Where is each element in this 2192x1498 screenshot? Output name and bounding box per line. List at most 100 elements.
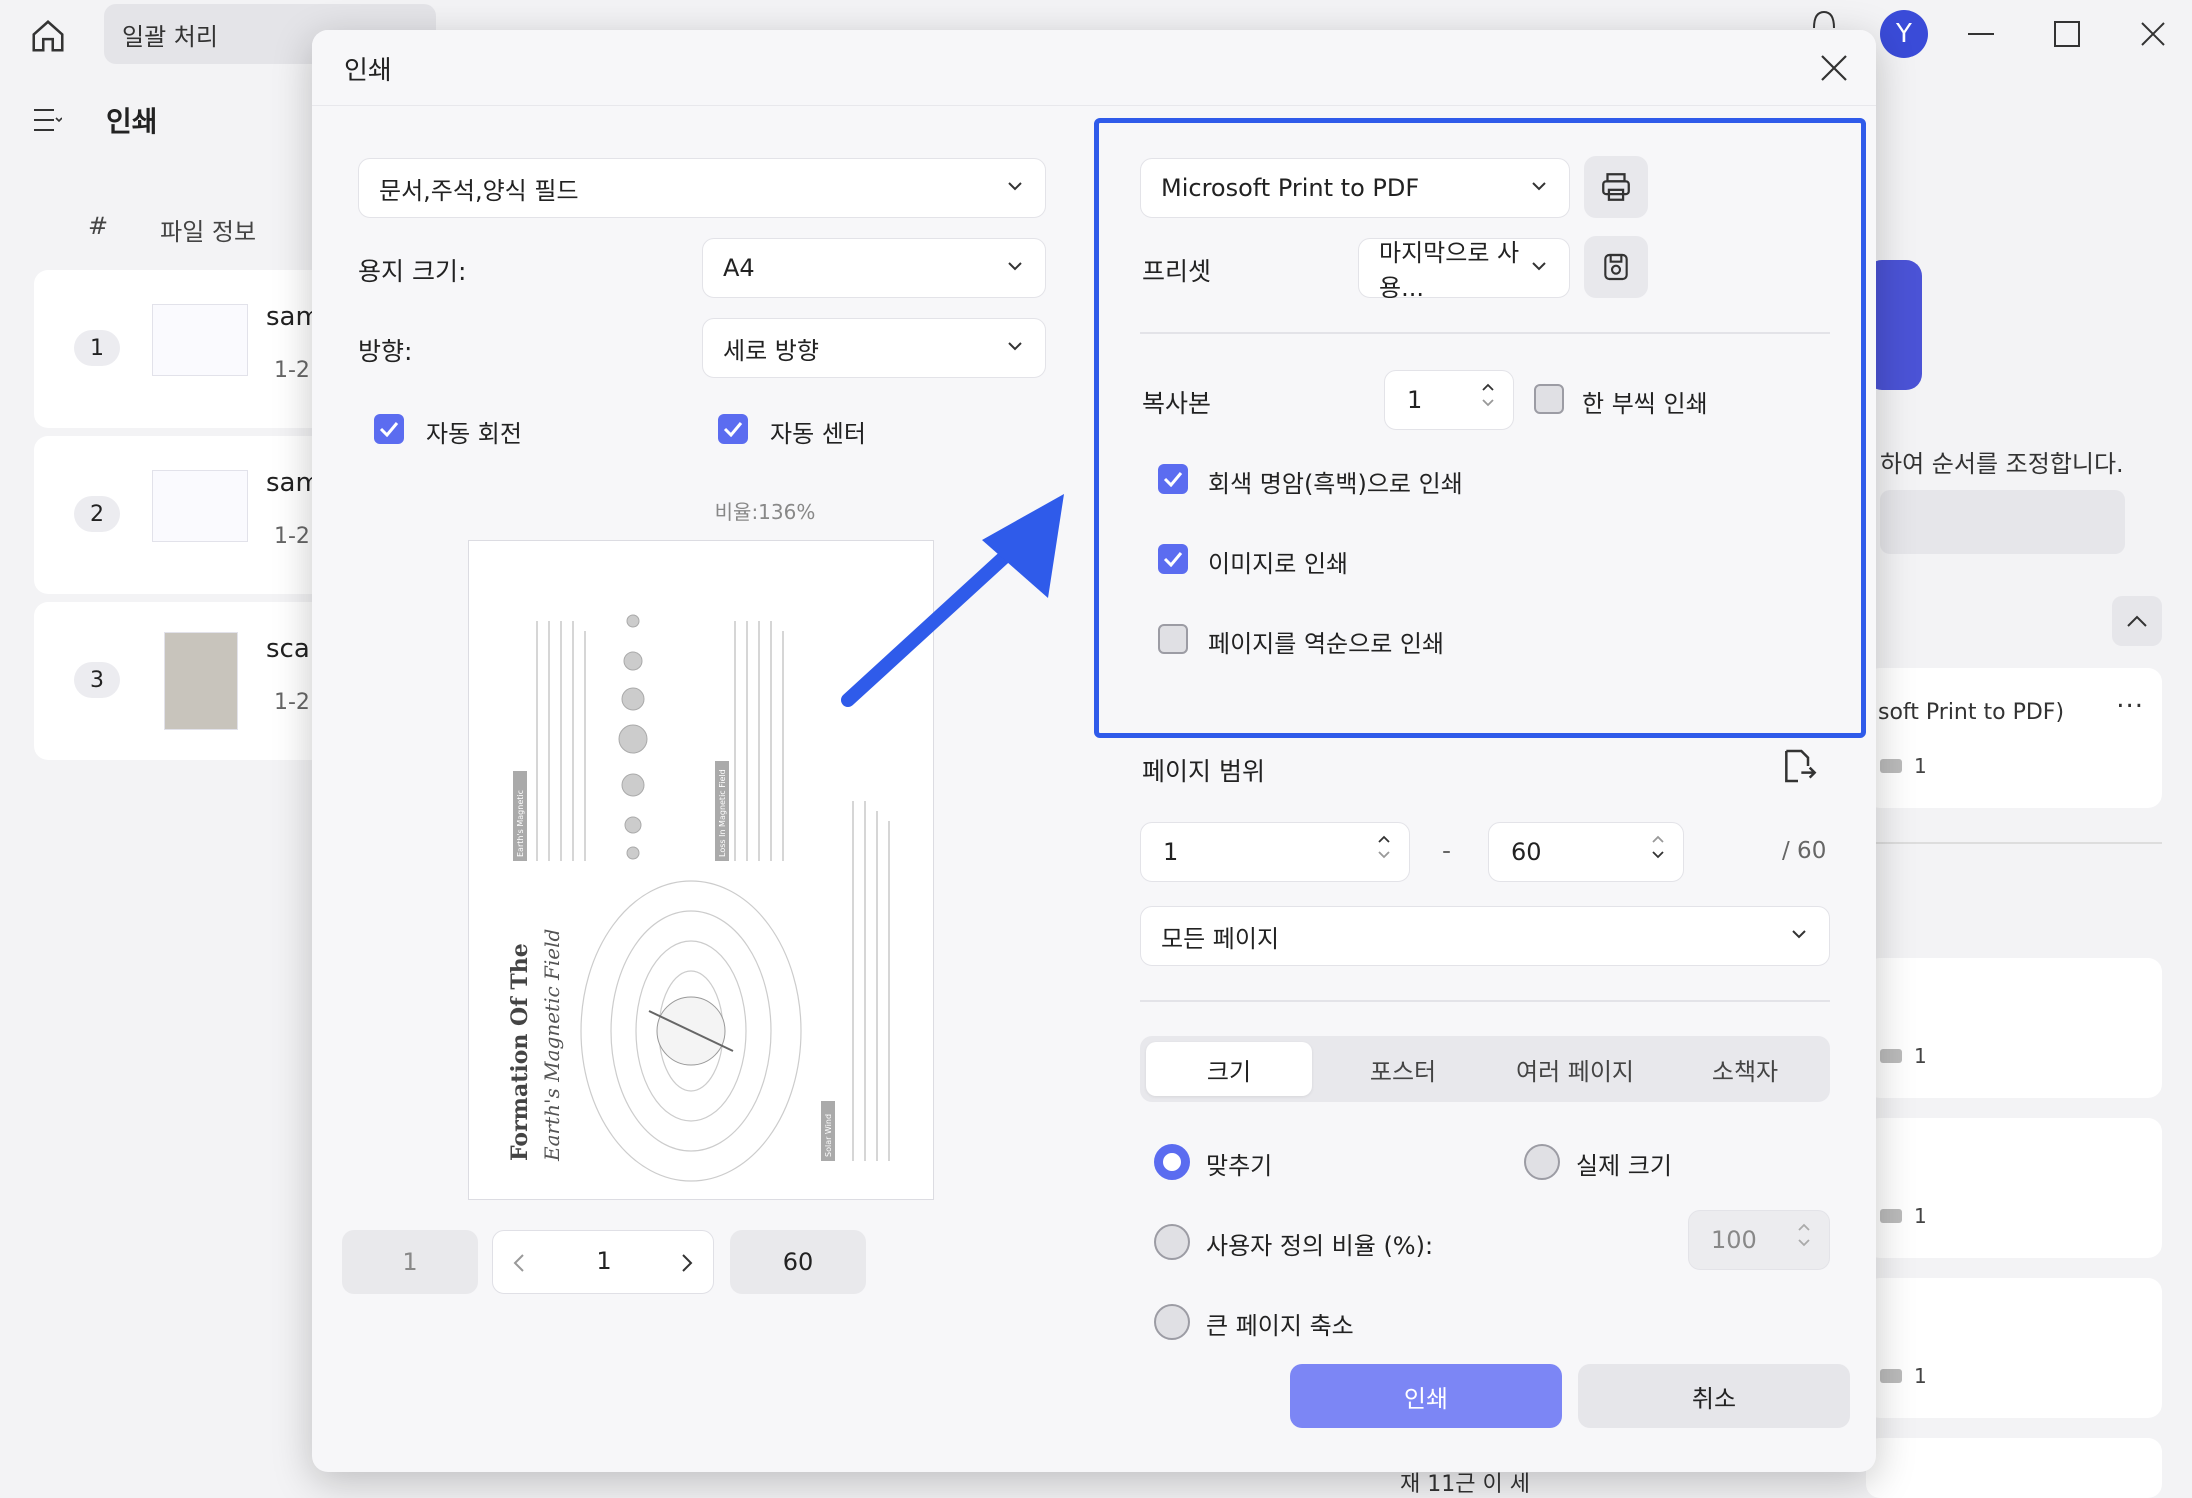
auto-rotate-checkbox[interactable] <box>374 414 404 444</box>
tab-booklet[interactable]: 소책자 <box>1662 1042 1828 1096</box>
auto-center-checkbox[interactable] <box>718 414 748 444</box>
range-to-value: 60 <box>1511 838 1542 866</box>
file-card[interactable]: 1 sam 1-2 <box>34 270 334 428</box>
chevron-down-icon[interactable] <box>1651 850 1665 859</box>
page-swap-icon[interactable] <box>1778 746 1818 786</box>
preview-tag-bottom: Solar Wind <box>824 1114 833 1157</box>
chevron-down-icon <box>1008 182 1022 191</box>
fit-radio[interactable] <box>1154 1144 1190 1180</box>
file-card[interactable]: 2 sam 1-2 <box>34 436 334 594</box>
file-number: 1 <box>74 330 120 366</box>
orientation-value: 세로 방향 <box>723 336 819 365</box>
print-task-card[interactable]: 1 <box>1866 1278 2162 1418</box>
notification-icon[interactable] <box>1808 8 1840 28</box>
range-from-input[interactable]: 1 <box>1140 822 1410 882</box>
print-button-label: 인쇄 <box>1403 1384 1449 1413</box>
range-mode-select[interactable]: 모든 페이지 <box>1140 906 1830 966</box>
print-task-card[interactable]: soft Print to PDF) ... 1 <box>1866 668 2162 808</box>
chevron-down-icon <box>1008 342 1022 351</box>
custom-scale-label: 사용자 정의 비율 (%): <box>1206 1232 1434 1260</box>
dialog-title: 인쇄 <box>344 56 392 86</box>
content-select[interactable]: 문서,주석,양식 필드 <box>358 158 1046 218</box>
print-button[interactable]: 인쇄 <box>1290 1364 1562 1428</box>
custom-scale-input[interactable]: 100 <box>1688 1210 1830 1270</box>
home-icon <box>32 20 64 52</box>
task-count: 1 <box>1914 1364 1927 1388</box>
cancel-button[interactable]: 취소 <box>1578 1364 1850 1428</box>
custom-scale-radio[interactable] <box>1154 1224 1190 1260</box>
highlight-box <box>1094 118 1866 738</box>
dialog-close-button[interactable] <box>1812 46 1856 90</box>
paper-size-value: A4 <box>723 254 755 282</box>
page-navigator: 1 <box>492 1230 714 1294</box>
preview-title: Formation Of The <box>507 943 533 1161</box>
close-icon <box>1821 55 1847 81</box>
shrink-label: 큰 페이지 축소 <box>1206 1312 1354 1340</box>
panel-title: 인쇄 <box>106 105 158 138</box>
first-page-button[interactable]: 1 <box>342 1230 478 1294</box>
file-range: 1-2 <box>274 690 310 715</box>
chevron-right-icon[interactable] <box>681 1253 693 1273</box>
last-page-label: 60 <box>782 1248 814 1276</box>
chevron-up-icon <box>2127 615 2147 627</box>
actual-size-label: 실제 크기 <box>1576 1152 1672 1180</box>
print-dialog: 인쇄 문서,주석,양식 필드 용지 크기: A4 방향: 세로 방향 자동 회전… <box>312 30 1876 1472</box>
divider <box>1866 842 2162 844</box>
check-icon <box>723 422 743 437</box>
chevron-down-icon[interactable] <box>1377 850 1391 859</box>
preview-tag-left: Earth's Magnetic <box>516 790 525 857</box>
annotation-arrow-icon <box>841 494 1064 707</box>
file-range: 1-2 <box>274 524 310 549</box>
col-file-info: 파일 정보 <box>160 218 257 246</box>
auto-rotate-label: 자동 회전 <box>426 420 522 448</box>
chevron-up-icon[interactable] <box>1797 1223 1811 1232</box>
minimize-icon[interactable] <box>1966 19 1996 49</box>
range-total: / 60 <box>1782 838 1827 864</box>
printer-icon <box>1880 1049 1902 1063</box>
check-icon <box>379 422 399 437</box>
page-range-label: 페이지 범위 <box>1142 757 1265 786</box>
layout-tabs: 크기 포스터 여러 페이지 소책자 <box>1140 1036 1830 1102</box>
menu-icon[interactable] <box>32 106 62 134</box>
paper-size-select[interactable]: A4 <box>702 238 1046 298</box>
range-to-input[interactable]: 60 <box>1488 822 1684 882</box>
window-close-icon[interactable] <box>2138 19 2168 49</box>
chevron-up-icon[interactable] <box>1651 835 1665 844</box>
add-file-bar[interactable] <box>1880 490 2125 554</box>
orientation-select[interactable]: 세로 방향 <box>702 318 1046 378</box>
home-button[interactable] <box>24 12 72 60</box>
file-thumbnail <box>164 632 238 730</box>
chevron-down-icon <box>1008 262 1022 271</box>
collapse-button[interactable] <box>2112 596 2162 646</box>
orientation-label: 방향: <box>358 337 413 366</box>
col-number: # <box>88 212 109 240</box>
tab-multiple-pages[interactable]: 여러 페이지 <box>1492 1042 1658 1096</box>
shrink-radio[interactable] <box>1154 1304 1190 1340</box>
cancel-button-label: 취소 <box>1691 1384 1737 1413</box>
printer-icon <box>1880 1209 1902 1223</box>
user-avatar[interactable]: Y <box>1880 10 1928 58</box>
chevron-down-icon <box>1792 930 1806 939</box>
file-number: 3 <box>74 662 120 698</box>
print-task-card[interactable] <box>1866 1438 2162 1498</box>
tab-poster[interactable]: 포스터 <box>1320 1042 1486 1096</box>
tab-batch-label: 일괄 처리 <box>122 22 218 51</box>
chevron-up-icon[interactable] <box>1377 835 1391 844</box>
more-icon[interactable]: ... <box>2116 684 2144 714</box>
preview-tag-mid: Loss In Magnetic Field <box>718 769 727 857</box>
task-count: 1 <box>1914 754 1927 778</box>
paper-size-label: 용지 크기: <box>358 257 467 286</box>
maximize-icon[interactable] <box>2052 19 2082 49</box>
range-from-value: 1 <box>1163 838 1179 866</box>
chevron-down-icon[interactable] <box>1797 1238 1811 1247</box>
tab-size[interactable]: 크기 <box>1146 1042 1312 1096</box>
last-page-button[interactable]: 60 <box>730 1230 866 1294</box>
reorder-hint: 하여 순서를 조정합니다. <box>1880 450 2124 478</box>
actual-size-radio[interactable] <box>1524 1144 1560 1180</box>
content-select-value: 문서,주석,양식 필드 <box>379 176 579 205</box>
file-card[interactable]: 3 scar 1-2 <box>34 602 334 760</box>
print-task-card[interactable]: 1 <box>1866 1118 2162 1258</box>
printer-icon <box>1880 1369 1902 1383</box>
print-task-card[interactable]: 1 <box>1866 958 2162 1098</box>
range-dash: - <box>1442 836 1452 865</box>
